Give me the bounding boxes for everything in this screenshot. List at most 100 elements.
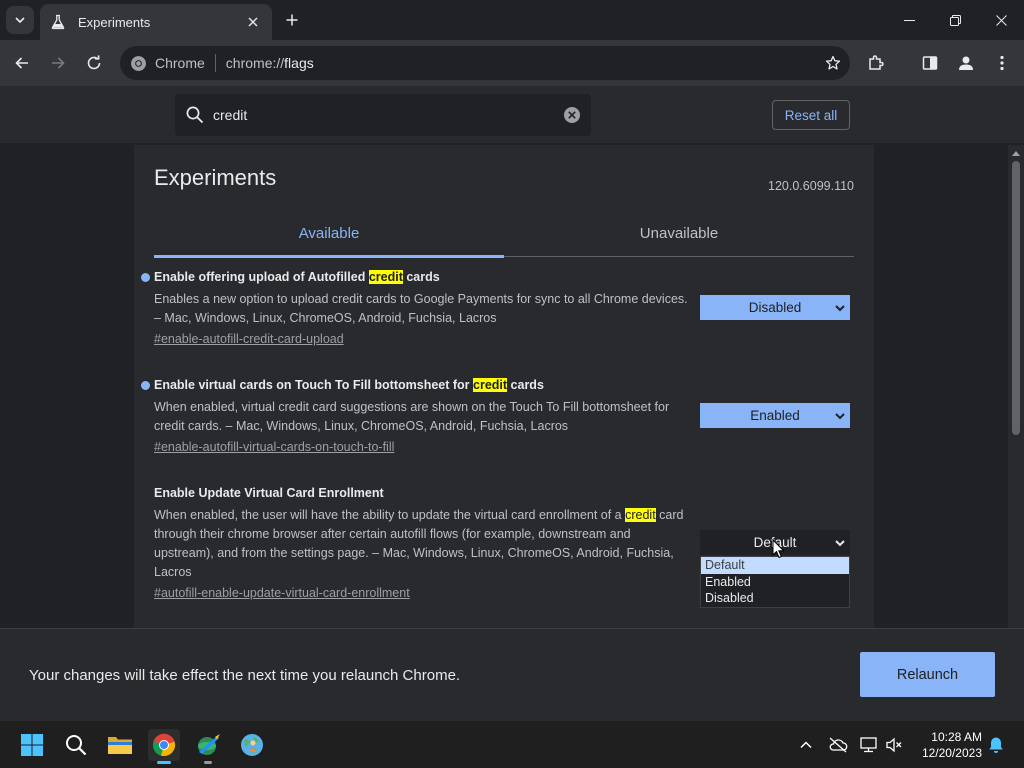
close-tab-button[interactable] bbox=[244, 13, 262, 31]
flag-select-value: Disabled bbox=[748, 300, 802, 315]
new-tab-button[interactable] bbox=[280, 8, 304, 32]
chrome-taskbar-button[interactable] bbox=[148, 729, 180, 764]
tab-available[interactable]: Available bbox=[154, 225, 504, 242]
site-name: Chrome bbox=[155, 55, 205, 71]
relaunch-bar: Your changes will take effect the next t… bbox=[0, 628, 1024, 720]
chevron-down-icon bbox=[15, 17, 25, 24]
windows-start-icon bbox=[21, 734, 43, 756]
flag-item: Enable virtual cards on Touch To Fill bo… bbox=[141, 378, 854, 456]
active-tab-indicator bbox=[154, 255, 504, 258]
flags-search-box[interactable] bbox=[175, 94, 591, 136]
extensions-icon bbox=[869, 55, 884, 70]
dropdown-option-disabled[interactable]: Disabled bbox=[701, 590, 849, 607]
app-button-globe-pen[interactable] bbox=[192, 729, 224, 764]
flag-description: When enabled, virtual credit card sugges… bbox=[154, 400, 670, 433]
onedrive-tray-button[interactable] bbox=[828, 735, 848, 755]
flag-description: When enabled, the user will have the abi… bbox=[154, 506, 689, 582]
modified-indicator bbox=[141, 273, 150, 282]
clear-icon[interactable] bbox=[563, 106, 581, 124]
notifications-button[interactable] bbox=[986, 735, 1006, 755]
dropdown-option-enabled[interactable]: Enabled bbox=[701, 574, 849, 591]
title-bar: Experiments bbox=[0, 0, 1024, 40]
volume-tray-button[interactable] bbox=[884, 735, 904, 755]
chevron-up-icon bbox=[800, 741, 812, 749]
minimize-icon bbox=[903, 19, 915, 21]
file-explorer-icon bbox=[108, 737, 132, 754]
start-button[interactable] bbox=[16, 729, 48, 761]
flag-permalink[interactable]: #enable-autofill-credit-card-upload bbox=[154, 332, 344, 346]
search-match-highlight: credit bbox=[368, 270, 403, 284]
taskbar-clock[interactable]: 10:28 AM 12/20/2023 bbox=[912, 729, 982, 761]
windows-taskbar: 10:28 AM 12/20/2023 bbox=[0, 720, 1024, 768]
flags-search-input[interactable] bbox=[213, 107, 563, 123]
flag-select[interactable]: Disabled bbox=[700, 295, 850, 320]
globe-pen-icon bbox=[198, 734, 220, 755]
browser-toolbar: Chrome chrome://flags bbox=[0, 40, 1024, 86]
flag-title-text: cards bbox=[402, 270, 440, 284]
chevron-down-icon bbox=[835, 413, 845, 420]
address-bar[interactable]: Chrome chrome://flags bbox=[120, 46, 850, 80]
flag-title-text: cards bbox=[507, 378, 544, 392]
forward-icon bbox=[52, 57, 65, 69]
flag-select-dropdown: Default Enabled Disabled bbox=[700, 556, 850, 608]
flags-header: Reset all bbox=[0, 86, 1024, 144]
minimize-button[interactable] bbox=[886, 0, 932, 40]
tab-unavailable[interactable]: Unavailable bbox=[504, 225, 854, 242]
show-hidden-icons-button[interactable] bbox=[796, 735, 816, 755]
network-tray-button[interactable] bbox=[859, 735, 879, 755]
flag-title: Enable virtual cards on Touch To Fill bo… bbox=[154, 378, 854, 392]
page-title: Experiments bbox=[154, 165, 277, 190]
flag-tabs: Available Unavailable bbox=[154, 215, 854, 258]
flag-select[interactable]: Enabled bbox=[700, 403, 850, 428]
clock-date: 12/20/2023 bbox=[921, 746, 982, 760]
tab-title: Experiments bbox=[78, 14, 151, 30]
taskbar-search-button[interactable] bbox=[60, 729, 92, 761]
tab-search-button[interactable] bbox=[6, 6, 34, 34]
flag-permalink[interactable]: #enable-autofill-virtual-cards-on-touch-… bbox=[154, 440, 394, 454]
profile-button[interactable] bbox=[952, 49, 980, 77]
file-explorer-button[interactable] bbox=[104, 729, 136, 761]
bookmark-button[interactable] bbox=[820, 50, 846, 76]
restore-button[interactable] bbox=[932, 0, 978, 40]
side-panel-button[interactable] bbox=[916, 49, 944, 77]
url-path: flags bbox=[284, 55, 314, 71]
flag-item: Enable offering upload of Autofilled cre… bbox=[141, 270, 854, 348]
globe-person-icon bbox=[241, 734, 263, 756]
clock-time: 10:28 AM bbox=[931, 730, 982, 744]
running-indicator bbox=[157, 761, 171, 764]
more-menu-button[interactable] bbox=[988, 49, 1016, 77]
chevron-down-icon bbox=[835, 305, 845, 312]
experiments-panel: Experiments 120.0.6099.110 Available Una… bbox=[134, 145, 874, 628]
flag-title: Enable offering upload of Autofilled cre… bbox=[154, 270, 854, 284]
close-window-button[interactable] bbox=[978, 0, 1024, 40]
relaunch-button[interactable]: Relaunch bbox=[860, 652, 995, 697]
flag-permalink[interactable]: #autofill-enable-update-virtual-card-enr… bbox=[154, 586, 410, 600]
close-icon bbox=[248, 17, 258, 27]
close-icon bbox=[995, 14, 1007, 26]
reload-button[interactable] bbox=[80, 49, 108, 77]
scrollbar-thumb[interactable] bbox=[1012, 161, 1020, 435]
search-match-highlight: credit bbox=[625, 508, 656, 522]
flag-title-text: Enable virtual cards on Touch To Fill bo… bbox=[154, 378, 474, 392]
back-button[interactable] bbox=[8, 49, 36, 77]
flag-description-text: When enabled, the user will have the abi… bbox=[154, 508, 626, 522]
flag-title: Enable Update Virtual Card Enrollment bbox=[154, 486, 384, 500]
relaunch-message: Your changes will take effect the next t… bbox=[29, 667, 461, 684]
extensions-button[interactable] bbox=[862, 49, 890, 77]
dropdown-option-default[interactable]: Default bbox=[701, 557, 849, 574]
scroll-up-icon[interactable] bbox=[1012, 150, 1020, 156]
reset-all-button[interactable]: Reset all bbox=[772, 100, 850, 130]
back-icon bbox=[15, 57, 28, 69]
restore-icon bbox=[949, 14, 961, 26]
side-panel-icon bbox=[922, 56, 938, 70]
tab-experiments[interactable]: Experiments bbox=[40, 4, 272, 40]
profile-icon bbox=[959, 56, 973, 70]
chrome-version: 120.0.6099.110 bbox=[768, 179, 854, 193]
running-indicator bbox=[204, 761, 212, 764]
cloud-off-icon bbox=[829, 737, 848, 753]
page-scrollbar[interactable] bbox=[1008, 145, 1024, 628]
forward-button[interactable] bbox=[44, 49, 72, 77]
url-scheme: chrome:// bbox=[225, 55, 285, 71]
chevron-down-icon bbox=[835, 540, 845, 547]
app-button-globe-person[interactable] bbox=[236, 729, 268, 761]
